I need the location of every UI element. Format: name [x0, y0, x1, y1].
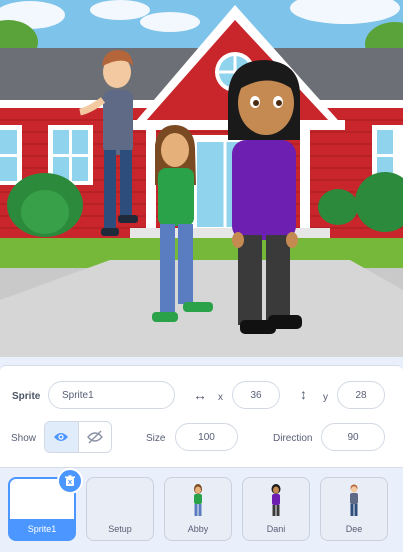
sprite-tile-label: Setup	[108, 524, 132, 534]
abby-thumbnail	[194, 484, 202, 516]
x-label: x	[218, 392, 223, 403]
sprite-tile-setup[interactable]: Setup	[86, 477, 154, 541]
y-arrows-icon: ↕	[300, 386, 307, 402]
direction-label: Direction	[273, 433, 313, 444]
x-input[interactable]: 36	[232, 381, 280, 409]
direction-input[interactable]: 90	[321, 423, 385, 451]
delete-sprite-button[interactable]	[57, 468, 83, 494]
size-input[interactable]: 100	[175, 423, 238, 451]
sprite-tile-dee[interactable]: Dee	[320, 477, 388, 541]
stage-backdrop	[0, 0, 403, 357]
sprite-name-input[interactable]: Sprite1	[48, 381, 175, 409]
show-label: Show	[11, 433, 37, 444]
show-toggle	[44, 421, 112, 453]
dani-thumbnail	[271, 484, 281, 516]
y-label: y	[323, 392, 328, 403]
dee-thumbnail	[350, 484, 358, 516]
y-input[interactable]: 28	[337, 381, 385, 409]
sprite-tile-dani[interactable]: Dani	[242, 477, 310, 541]
show-visible-button[interactable]	[45, 422, 78, 452]
eye-icon	[54, 433, 69, 441]
x-arrows-icon: ↔	[193, 387, 207, 403]
sprite-label: Sprite	[12, 391, 41, 402]
show-hidden-button[interactable]	[77, 422, 112, 452]
trash-icon	[65, 475, 75, 486]
stage[interactable]	[0, 0, 403, 357]
size-label: Size	[146, 433, 166, 444]
sprite-tile-abby[interactable]: Abby	[164, 477, 232, 541]
sprite-tile-label: Dee	[345, 524, 363, 534]
eye-slash-icon	[86, 430, 103, 444]
sprite-tile-label: Abby	[187, 524, 209, 534]
sprite-tile-label: Sprite1	[27, 524, 57, 534]
sprite-tile-label: Dani	[266, 524, 286, 534]
